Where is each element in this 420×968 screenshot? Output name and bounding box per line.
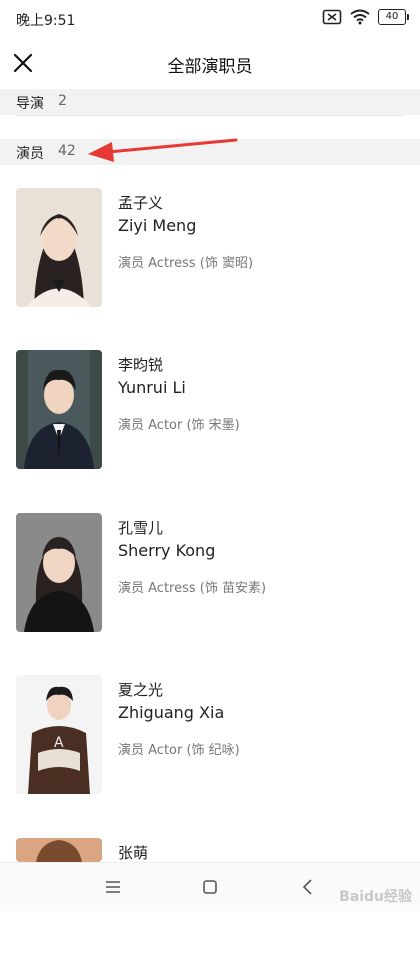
- battery-icon: 40: [378, 9, 409, 25]
- wifi-icon: [350, 9, 370, 25]
- status-bar: 晚上9:51 40: [0, 0, 420, 38]
- battery-level: 40: [385, 11, 399, 22]
- actor-photo: [16, 350, 102, 469]
- name-en: Zhiguang Xia: [118, 703, 225, 722]
- cast-item[interactable]: 孟子义 Ziyi Meng 演员 Actress (饰 窦昭): [0, 188, 420, 318]
- section-count: 42: [58, 143, 76, 159]
- role-text: 演员 Actor (饰 宋墨): [118, 418, 240, 433]
- cast-item[interactable]: 李昀锐 Yunrui Li 演员 Actor (饰 宋墨): [0, 350, 420, 480]
- annotation-arrow: [88, 138, 238, 162]
- section-count: 2: [58, 93, 67, 109]
- actor-photo: [16, 513, 102, 632]
- section-label: 导演: [16, 96, 44, 112]
- name-cn: 夏之光: [118, 681, 164, 699]
- name-cn: 张萌: [118, 844, 149, 862]
- section-label: 演员: [16, 146, 44, 162]
- page-title: 全部演职员: [167, 57, 253, 77]
- status-time: 晚上9:51: [16, 13, 76, 29]
- role-text: 演员 Actor (饰 纪咏): [118, 743, 240, 758]
- cast-item[interactable]: A 夏之光 Zhiguang Xia 演员 Actor (饰 纪咏): [0, 675, 420, 805]
- role-text: 演员 Actress (饰 窦昭): [118, 256, 254, 271]
- role-text: 演员 Actress (饰 苗安素): [118, 581, 267, 596]
- no-sim-icon: [322, 9, 342, 25]
- name-cn: 李昀锐: [118, 356, 164, 374]
- name-en: Ziyi Meng: [118, 216, 197, 235]
- actor-photo: [16, 188, 102, 307]
- cast-item[interactable]: 孔雪儿 Sherry Kong 演员 Actress (饰 苗安素): [0, 513, 420, 643]
- svg-text:A: A: [54, 735, 64, 751]
- watermark: Baidu经验: [339, 889, 412, 905]
- menu-icon[interactable]: [101, 875, 125, 899]
- name-cn: 孔雪儿: [118, 519, 164, 537]
- name-en: Yunrui Li: [118, 378, 186, 397]
- header: 全部演职员: [0, 40, 420, 86]
- home-icon[interactable]: [198, 875, 222, 899]
- status-icons: 40: [322, 9, 409, 25]
- divider: [16, 115, 404, 116]
- name-en: Sherry Kong: [118, 541, 216, 560]
- back-icon[interactable]: [296, 875, 320, 899]
- section-directors[interactable]: 导演 2: [0, 89, 420, 115]
- actor-photo: [16, 838, 102, 862]
- actor-photo: A: [16, 675, 102, 794]
- name-cn: 孟子义: [118, 194, 164, 212]
